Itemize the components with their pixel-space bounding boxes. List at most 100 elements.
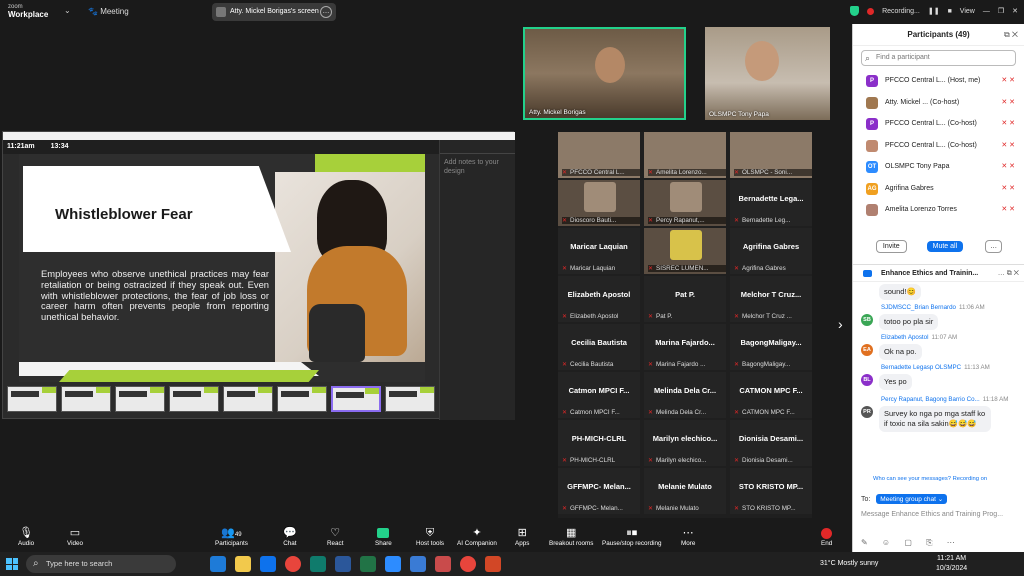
mail-icon[interactable]	[260, 556, 276, 572]
more-icon[interactable]: …	[320, 6, 332, 18]
invite-button[interactable]: Invite	[875, 240, 907, 253]
more-button[interactable]: ⋯ More	[681, 526, 695, 547]
chrome-icon[interactable]	[285, 556, 301, 572]
participant-row[interactable]: Atty. Mickel ... (Co-host) ✕ ✕	[853, 92, 1019, 114]
excel-icon[interactable]	[360, 556, 376, 572]
chat-sender[interactable]: Bernadette Legasp OLSMPC	[881, 364, 961, 371]
edge-icon[interactable]	[210, 556, 226, 572]
slide-thumbnail[interactable]	[169, 386, 219, 412]
chat-button[interactable]: 💬 Chat	[283, 526, 297, 547]
mic-camera-muted-icons[interactable]: ✕ ✕	[1001, 92, 1015, 114]
share-button[interactable]: Share	[375, 526, 392, 547]
participant-tile[interactable]: BagongMaligay... BagongMaligay...	[730, 324, 812, 370]
taskbar-search-input[interactable]: Type here to search	[26, 555, 176, 573]
participant-tile[interactable]: Dionisia Desami... Dionisia Desami...	[730, 420, 812, 466]
participant-tile[interactable]: Marilyn elechico... Marilyn elechico...	[644, 420, 726, 466]
app-icon[interactable]	[435, 556, 451, 572]
participant-tile[interactable]: STO KRISTO MP... STO KRISTO MP...	[730, 468, 812, 514]
slide-thumbnail[interactable]	[61, 386, 111, 412]
participant-tile[interactable]: CATMON MPC F... CATMON MPC F...	[730, 372, 812, 418]
mic-camera-muted-icons[interactable]: ✕ ✕	[1001, 178, 1015, 200]
slide-thumbnail[interactable]	[115, 386, 165, 412]
mic-camera-muted-icons[interactable]: ✕ ✕	[1001, 70, 1015, 92]
weather-widget[interactable]: 31°C Mostly sunny	[820, 552, 878, 576]
participant-tile[interactable]: Marina Fajardo... Marina Fajardo ...	[644, 324, 726, 370]
participant-tile[interactable]: PFCCO Central L...	[558, 132, 640, 178]
participant-search-input[interactable]: Find a participant	[861, 50, 1016, 66]
pause-stop-recording-button[interactable]: ⏸⏹ Pause/stop recording	[602, 526, 662, 547]
chrome-icon[interactable]	[460, 556, 476, 572]
who-can-see-link[interactable]: Who can see your messages? Recording on	[873, 476, 987, 482]
participant-tile[interactable]: PH-MICH-CLRL PH-MICH-CLRL	[558, 420, 640, 466]
popout-close-icons[interactable]: ⧉ ✕	[1004, 24, 1018, 46]
participants-button[interactable]: 👥49 Participants	[215, 526, 248, 547]
slide-thumbnail[interactable]	[7, 386, 57, 412]
more-options-button[interactable]: …	[985, 240, 1003, 253]
host-tools-button[interactable]: ⛨ Host tools	[416, 526, 444, 547]
notes-tab[interactable]	[478, 140, 516, 153]
participant-tile[interactable]: Percy Rapanut,...	[644, 180, 726, 226]
pause-icon[interactable]: ❚❚	[928, 7, 940, 15]
slide-thumbnail[interactable]	[223, 386, 273, 412]
video-button[interactable]: ▭ Video	[67, 526, 83, 547]
app-icon[interactable]	[410, 556, 426, 572]
participant-tile[interactable]: Dioscoro Bauti...	[558, 180, 640, 226]
chat-sender[interactable]: Elizabeth Apostol	[881, 334, 928, 341]
restore-icon[interactable]: ❐	[998, 7, 1004, 15]
participant-tile[interactable]: Amelita Lorenzo...	[644, 132, 726, 178]
meeting-info-button[interactable]: 🐾 Meeting	[88, 7, 129, 16]
chat-sender[interactable]: Percy Rapanut, Bagong Barrio Co...	[881, 396, 980, 403]
participant-tile[interactable]: Melchor T Cruz... Melchor T Cruz ...	[730, 276, 812, 322]
shared-screen[interactable]: 11:21am 13:34 Whistleblower Fear Employe…	[2, 131, 516, 420]
participant-row[interactable]: Amelita Lorenzo Torres ✕ ✕	[853, 199, 1019, 221]
participant-row[interactable]: AG Agrifina Gabres ✕ ✕	[853, 178, 1019, 200]
taskbar-clock[interactable]: 11:21 AM 10/3/2024	[936, 554, 967, 574]
minimize-icon[interactable]: —	[983, 8, 990, 15]
share-screen-indicator[interactable]: Atty. Mickel Borigas's screen …	[212, 3, 336, 21]
participant-row[interactable]: OT OLSMPC Tony Papa ✕ ✕	[853, 156, 1019, 178]
participant-tile[interactable]: Catmon MPCI F... Catmon MPCI F...	[558, 372, 640, 418]
participant-tile[interactable]: OLSMPC - Soni...	[730, 132, 812, 178]
slide-thumbnail[interactable]	[385, 386, 435, 412]
chat-tools[interactable]: ✎ ☺ ▢ ⎘ ⋯	[861, 538, 961, 548]
slide-thumbnail-active[interactable]	[331, 386, 381, 412]
mute-all-button[interactable]: Mute all	[926, 241, 964, 252]
notes-placeholder[interactable]: Add notes to your design	[440, 154, 515, 180]
participant-tile[interactable]: Cecilia Bautista Cecilia Bautista	[558, 324, 640, 370]
end-button[interactable]: End	[821, 526, 832, 547]
participant-tile[interactable]: Pat P. Pat P.	[644, 276, 726, 322]
file-explorer-icon[interactable]	[235, 556, 251, 572]
participant-tile[interactable]: Elizabeth Apostol Elizabeth Apostol	[558, 276, 640, 322]
participant-row[interactable]: P PFCCO Central L... (Host, me) ✕ ✕	[853, 70, 1019, 92]
participant-tile[interactable]: Melinda Dela Cr... Melinda Dela Cr...	[644, 372, 726, 418]
ai-companion-button[interactable]: ✦ AI Companion	[457, 526, 497, 547]
slide-thumbnail[interactable]	[277, 386, 327, 412]
security-shield-icon[interactable]	[850, 6, 860, 16]
mic-camera-muted-icons[interactable]: ✕ ✕	[1001, 156, 1015, 178]
zoom-icon[interactable]	[385, 556, 401, 572]
react-button[interactable]: ♡ React	[327, 526, 343, 547]
view-button[interactable]: View	[960, 8, 975, 15]
mic-camera-muted-icons[interactable]: ✕ ✕	[1001, 135, 1015, 157]
stop-icon[interactable]: ■	[948, 8, 952, 15]
close-icon[interactable]: ✕	[1012, 7, 1018, 15]
participant-tile[interactable]: SISREC LUMEN...	[644, 228, 726, 274]
audio-button[interactable]: 🎙 Audio	[18, 526, 34, 547]
chat-header-icons[interactable]: … ⧉ ✕	[998, 265, 1019, 281]
publisher-icon[interactable]	[310, 556, 326, 572]
participant-tile[interactable]: GFFMPC- Melan... GFFMPC- Melan...	[558, 468, 640, 514]
chat-sender[interactable]: SJDMSCC_Brian Bernardo	[881, 304, 956, 311]
participant-tile[interactable]: Melanie Mulato Melanie Mulato	[644, 468, 726, 514]
chevron-right-icon[interactable]: ›	[838, 316, 843, 332]
chat-message-input[interactable]: Message Enhance Ethics and Training Prog…	[861, 511, 1003, 518]
breakout-rooms-button[interactable]: ▦ Breakout rooms	[549, 526, 593, 547]
windows-start-icon[interactable]	[6, 558, 18, 570]
participant-row[interactable]: P PFCCO Central L... (Co-host) ✕ ✕	[853, 113, 1019, 135]
powerpoint-icon[interactable]	[485, 556, 501, 572]
speaker-video-tony[interactable]: OLSMPC Tony Papa	[705, 27, 830, 120]
notes-tab[interactable]	[440, 140, 478, 153]
recipient-dropdown[interactable]: Meeting group chat ⌄	[876, 494, 948, 504]
participant-tile[interactable]: Maricar Laquian Maricar Laquian	[558, 228, 640, 274]
participant-tile[interactable]: Agrifina Gabres Agrifina Gabres	[730, 228, 812, 274]
mic-camera-muted-icons[interactable]: ✕ ✕	[1001, 113, 1015, 135]
